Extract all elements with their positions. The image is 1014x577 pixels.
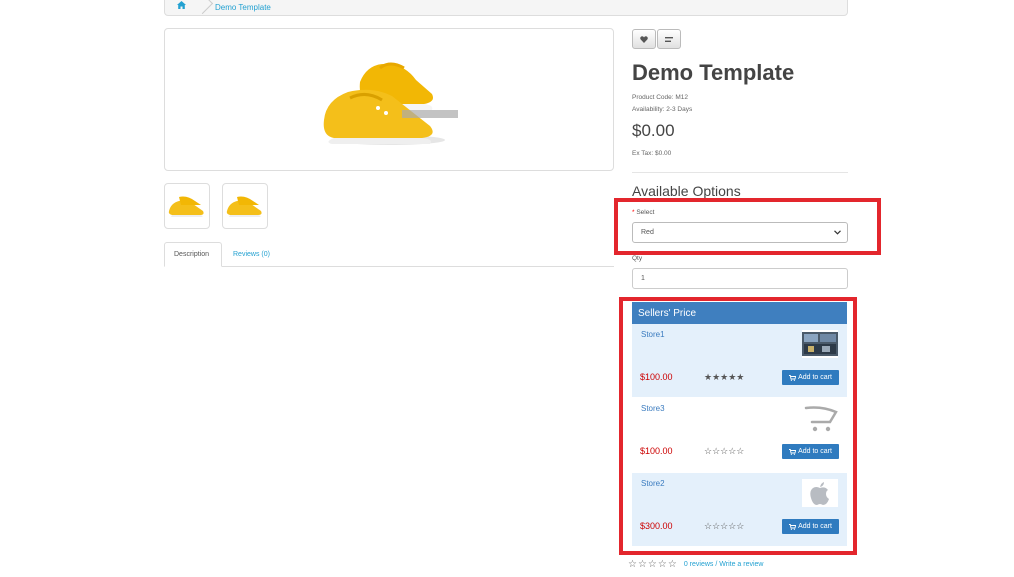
select-label: * Select [632,209,654,216]
shoe-image [320,50,460,150]
cart-icon[interactable] [802,404,838,432]
store-photo[interactable] [802,330,838,358]
store-name-link[interactable]: Store3 [641,404,665,413]
breadcrumb: Demo Template [164,0,848,16]
seller-row: Store3 $100.00 ☆☆☆☆☆ Add to cart [632,398,847,471]
product-ex-tax: Ex Tax: $0.00 [632,150,672,157]
qty-input[interactable]: 1 [632,268,848,289]
wishlist-button[interactable] [632,29,656,49]
breadcrumb-separator [197,0,207,16]
store-rating-stars: ★★★★★ [704,372,745,382]
sellers-price-heading: Sellers' Price [632,302,847,324]
seller-row: Store1 $100.00 ★★★★★ Add to cart [632,324,847,397]
product-reviews-summary: ☆☆☆☆☆ 0 reviews / Write a review [628,559,763,570]
product-thumbnail-2[interactable] [222,183,268,229]
select-value: Red [641,229,654,236]
add-to-cart-label: Add to cart [798,374,832,381]
store-rating-stars: ☆☆☆☆☆ [704,521,745,531]
store-name-link[interactable]: Store1 [641,330,665,339]
tab-description[interactable]: Description [164,242,222,267]
home-icon [176,1,186,9]
available-options-heading: Available Options [632,183,741,199]
shoe-thumbnail-image [168,196,204,217]
cart-icon [789,448,797,455]
tab-reviews[interactable]: Reviews (0) [224,242,279,267]
store-rating-stars: ☆☆☆☆☆ [704,446,745,456]
product-rating-stars: ☆☆☆☆☆ [628,559,678,570]
option-select[interactable]: Red [632,222,848,243]
required-marker: * [632,209,635,216]
select-label-text: Select [636,209,655,216]
sellers-price-panel: Sellers' Price Store1 $100.00 ★★★★★ Add … [632,302,847,547]
breadcrumb-item-demo-template[interactable]: Demo Template [207,3,271,12]
store-price: $100.00 [640,446,673,456]
chevron-down-icon [834,230,841,235]
store-name-link[interactable]: Store2 [641,479,665,488]
reviews-count-link[interactable]: 0 reviews [684,561,714,568]
heart-icon [640,35,648,43]
add-to-cart-button[interactable]: Add to cart [782,444,839,459]
reviews-separator: / [715,561,718,568]
product-code: Product Code: M12 [632,94,689,101]
apple-icon[interactable] [802,479,838,507]
product-main-image[interactable] [164,28,614,171]
cart-icon [789,523,797,530]
seller-row: Store2 $300.00 ☆☆☆☆☆ Add to cart [632,473,847,546]
compare-icon [665,36,673,42]
product-tabs: Description Reviews (0) [164,242,614,267]
cart-icon [789,374,797,381]
qty-label: Qty [632,255,643,262]
add-to-cart-button[interactable]: Add to cart [782,370,839,385]
compare-button[interactable] [657,29,681,49]
store-price: $300.00 [640,521,673,531]
product-thumbnail-1[interactable] [164,183,210,229]
add-to-cart-button[interactable]: Add to cart [782,519,839,534]
shoe-thumbnail-image [226,196,262,217]
add-to-cart-label: Add to cart [798,523,832,530]
divider [632,172,848,173]
store-price: $100.00 [640,372,673,382]
product-price: $0.00 [632,121,675,140]
product-title: Demo Template [632,60,795,85]
write-review-link[interactable]: Write a review [719,561,763,568]
add-to-cart-label: Add to cart [798,448,832,455]
product-availability: Availability: 2-3 Days [632,106,693,113]
